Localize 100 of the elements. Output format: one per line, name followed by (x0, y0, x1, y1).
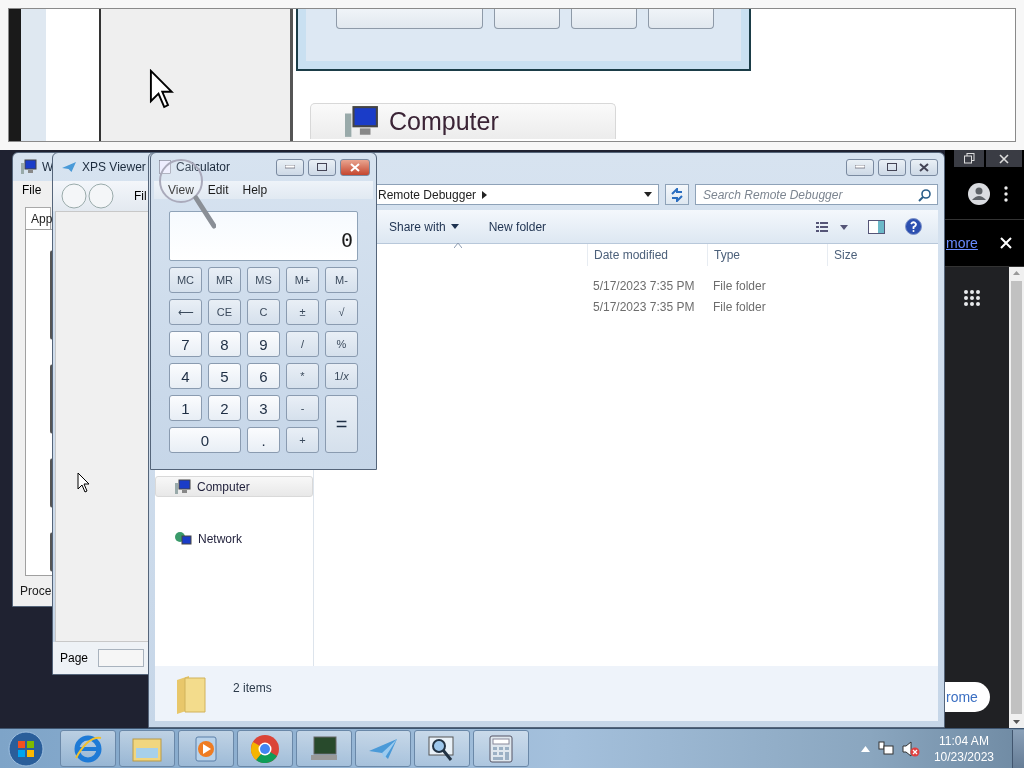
folder-icon (175, 674, 209, 716)
help-icon[interactable] (905, 218, 922, 235)
round-logo-icon (250, 733, 280, 764)
calculator-key (648, 9, 714, 29)
calculator-key[interactable]: . (247, 427, 280, 453)
table-cell-text: File folder (713, 299, 767, 314)
refresh-button[interactable] (665, 184, 689, 205)
table-cell-text: 5/17/2023 7:35 PM (593, 299, 696, 314)
globe-icon (73, 733, 103, 764)
calculator-display: 0 (169, 211, 358, 261)
nav-item[interactable]: Network (155, 528, 313, 549)
menu-item[interactable]: File (22, 183, 42, 197)
calculator-key[interactable]: 0 (169, 427, 241, 453)
calculator-key[interactable]: 6 (247, 363, 280, 389)
monitor-icon (345, 104, 379, 139)
menu-item[interactable]: Edit (207, 183, 229, 197)
calculator-key[interactable]: C (247, 299, 280, 325)
calculator-key[interactable]: - (286, 395, 319, 421)
calculator-key[interactable]: + (286, 427, 319, 453)
muted-speaker-icon[interactable] (901, 740, 920, 757)
close-icon (350, 162, 360, 172)
column-header[interactable]: Type (707, 244, 827, 266)
paper-plane-icon (61, 161, 77, 173)
calculator-key[interactable]: = (325, 395, 358, 453)
tab[interactable]: App (25, 207, 51, 229)
column-header[interactable]: Date modified (587, 244, 707, 266)
refresh-icon (670, 187, 684, 202)
scrollbar[interactable] (1009, 267, 1024, 728)
monitor-icon (21, 159, 37, 175)
chevron-icon (482, 190, 488, 199)
minimize-icon (855, 165, 865, 169)
table-cell-text: File folder (713, 278, 767, 293)
folder-icon (132, 735, 162, 762)
maximize-icon (317, 163, 327, 171)
close-button[interactable] (910, 158, 938, 176)
column-header[interactable]: Size (827, 244, 900, 266)
network-icon (175, 530, 192, 547)
menu-item[interactable]: Fil (134, 189, 147, 203)
more-options-icon[interactable] (1004, 185, 1008, 202)
nav-item[interactable]: Computer (155, 476, 313, 497)
calculator-key[interactable]: 5 (208, 363, 241, 389)
calculator-key[interactable]: 4 (169, 363, 202, 389)
calculator-key[interactable]: ⟵ (169, 299, 202, 325)
calculator-key[interactable]: MR (208, 267, 241, 293)
cursor-icon (149, 69, 174, 109)
calculator-key[interactable]: CE (208, 299, 241, 325)
menu-item[interactable]: Help (242, 183, 268, 197)
search-field[interactable]: Search Remote Debugger (695, 184, 938, 205)
scroll-down-icon (1013, 720, 1020, 724)
calculator-key[interactable]: 2 (208, 395, 241, 421)
calculator-key[interactable]: ± (286, 299, 319, 325)
calculator-key (494, 9, 560, 29)
close-icon[interactable] (999, 237, 1012, 249)
network-icon[interactable] (877, 740, 894, 757)
calculator-key[interactable]: M+ (286, 267, 319, 293)
toolbar-button[interactable]: Share with (389, 217, 459, 236)
window-title: XPS Viewer (82, 160, 146, 174)
close-button[interactable] (986, 150, 1022, 167)
taskbar-button[interactable] (296, 730, 352, 767)
calculator-key[interactable]: % (325, 331, 358, 357)
avatar-icon[interactable] (968, 182, 990, 205)
calculator-key[interactable]: √ (325, 299, 358, 325)
calculator-key (571, 9, 637, 29)
dropdown-icon[interactable] (644, 192, 652, 197)
calculator-key[interactable]: 7 (169, 331, 202, 357)
paper-plane-icon (368, 736, 398, 761)
maximize-button[interactable] (308, 158, 336, 176)
preview-pane-icon[interactable] (868, 219, 885, 234)
show-desktop-button[interactable] (1012, 729, 1024, 768)
close-icon (999, 153, 1009, 164)
monitor-icon (309, 735, 339, 762)
calculator-key[interactable]: 1 (169, 395, 202, 421)
calculator-key[interactable]: 3 (247, 395, 280, 421)
calculator-key[interactable]: 9 (247, 331, 280, 357)
play-icon (193, 735, 219, 762)
scroll-up-icon (1013, 271, 1020, 275)
maximize-button[interactable] (878, 158, 906, 176)
minimize-icon (285, 165, 295, 169)
calculator-key[interactable]: * (286, 363, 319, 389)
caret-icon (450, 224, 459, 229)
restore-button[interactable] (954, 150, 984, 167)
close-button[interactable] (340, 158, 370, 176)
status-text: Proce (20, 584, 52, 598)
calculator-key[interactable]: / (286, 331, 319, 357)
close-icon (919, 162, 929, 172)
more-link[interactable]: more (946, 235, 978, 251)
window-title: Calculator (176, 160, 231, 174)
calculator-key[interactable]: M- (325, 267, 358, 293)
page-field[interactable] (98, 649, 145, 667)
calculator-key[interactable]: 1/x (325, 363, 358, 389)
app-grid-icon[interactable] (963, 289, 981, 307)
item-count: 2 items (233, 681, 272, 695)
calculator-key[interactable]: MS (247, 267, 280, 293)
calculator-key[interactable]: 8 (208, 331, 241, 357)
menu-item[interactable]: View (168, 183, 194, 197)
view-options-icon[interactable] (816, 221, 848, 232)
calculator-key[interactable]: MC (169, 267, 202, 293)
chrome-pill-button[interactable]: rome (945, 682, 990, 712)
toolbar-button[interactable]: New folder (488, 217, 547, 236)
taskbar-button[interactable] (414, 730, 470, 767)
